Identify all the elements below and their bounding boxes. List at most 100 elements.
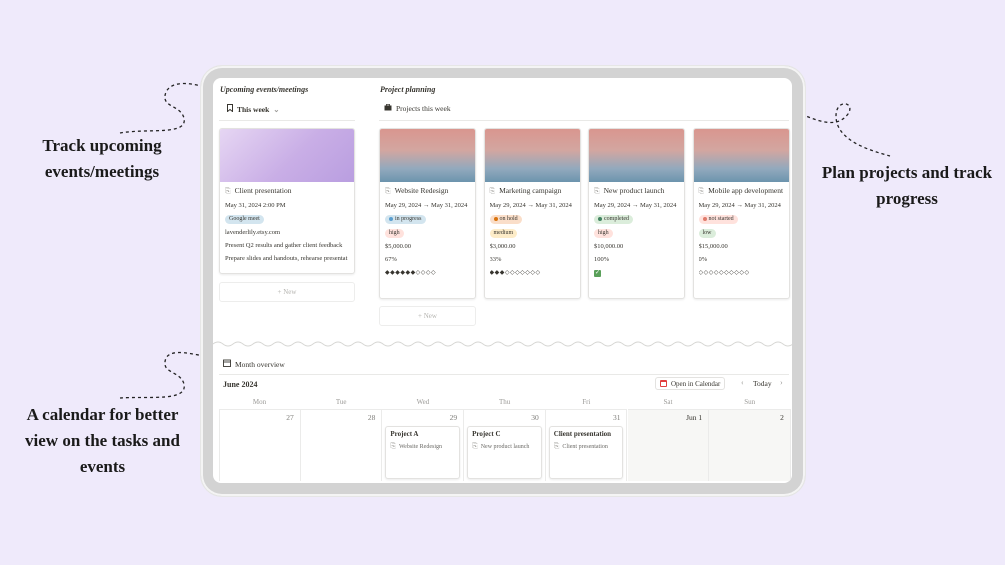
calendar-day-cell[interactable]: Jun 1 — [627, 409, 710, 481]
calendar-day-cell[interactable]: 2 — [709, 409, 791, 481]
status-dot — [598, 216, 602, 221]
project-priority-row: high — [594, 228, 679, 238]
projects-view-tab[interactable]: Projects this week — [384, 103, 451, 113]
events-new-button[interactable]: + New — [219, 282, 355, 302]
priority-badge: high — [594, 229, 613, 238]
project-progress: 100% — [594, 256, 610, 263]
project-card[interactable]: ⎘ Website Redesign May 29, 2024 → May 31… — [379, 128, 476, 299]
status-text: on hold — [499, 216, 518, 222]
project-status-row: completed — [594, 214, 679, 224]
project-card-title: ⎘ Website Redesign — [385, 186, 470, 196]
status-text: completed — [604, 216, 629, 222]
open-in-calendar-button[interactable]: Open in Calendar — [655, 377, 726, 390]
page-icon: ⎘ — [698, 187, 705, 195]
project-card[interactable]: ⎘ Mobile app development May 29, 2024 → … — [692, 128, 790, 299]
weekday-header: Fri — [582, 398, 591, 406]
priority-badge: medium — [489, 229, 518, 238]
project-progress: 33% — [489, 256, 502, 263]
project-dates: May 29, 2024 → May 31, 2024 — [385, 202, 468, 209]
event-tag: Google meet — [225, 215, 264, 224]
page-icon: ⎘ — [385, 187, 391, 195]
project-priority-row: high — [385, 228, 470, 238]
page-icon: ⎘ — [225, 187, 231, 195]
weekday-header: Mon — [252, 398, 267, 406]
project-card-body: ⎘ New product launch May 29, 2024 → May … — [589, 182, 684, 285]
day-number: 31 — [612, 413, 621, 422]
project-card-cover — [380, 129, 475, 182]
events-view-tab[interactable]: This week ⌄ — [227, 104, 280, 114]
calendar-day-cell[interactable]: 28 — [300, 409, 383, 481]
project-dates: May 29, 2024 → May 31, 2024 — [698, 202, 781, 209]
arrow-projects — [791, 103, 891, 157]
event-card-title: ⎘ Client presentation — [225, 186, 349, 196]
event-datetime: May 31, 2024 2:00 PM — [225, 202, 286, 209]
next-month-button[interactable]: › — [780, 378, 783, 387]
annotation-line: progress — [876, 189, 938, 208]
projects-new-button[interactable]: + New — [379, 306, 476, 326]
page-icon: ⎘ — [594, 187, 600, 195]
event-title: Client presentation — [553, 430, 612, 438]
calendar-day-cell[interactable]: 27 — [219, 409, 301, 481]
project-progress-bar: ✓ — [594, 268, 679, 277]
page-icon: ⎘ — [390, 442, 396, 450]
annotation-calendar: A calendar for better view on the tasks … — [10, 402, 195, 480]
status-dot — [493, 216, 498, 221]
event-link[interactable]: lavenderlily.etsy.com — [225, 228, 349, 237]
project-card-body: ⎘ Website Redesign May 29, 2024 → May 31… — [380, 182, 475, 286]
day-number: 29 — [449, 413, 458, 422]
event-card-title-text: Client presentation — [234, 186, 292, 195]
project-title-text: Mobile app development — [708, 186, 784, 195]
project-title-text: New product launch — [603, 186, 665, 195]
event-property: ⎘ Website Redesign — [390, 442, 455, 451]
notion-screen: Upcoming events/meetings This week ⌄ ⎘ C… — [213, 78, 792, 483]
project-card-title: ⎘ Marketing campaign — [490, 186, 575, 196]
event-line2: Prepare slides and handouts, rehearse pr… — [225, 255, 348, 262]
project-status-row: on hold — [489, 214, 575, 224]
calendar-event[interactable]: Project A ⎘ Website Redesign — [385, 426, 461, 479]
today-button[interactable]: Today — [753, 379, 772, 388]
project-card-body: ⎘ Mobile app development May 29, 2024 → … — [694, 182, 789, 286]
project-card-cover — [693, 129, 789, 182]
prev-month-button[interactable]: ‹ — [741, 378, 744, 387]
project-card[interactable]: ⎘ Marketing campaign May 29, 2024 → May … — [483, 128, 581, 299]
calendar-event[interactable]: Project C ⎘ New product launch — [467, 426, 542, 479]
page-icon: ⎘ — [472, 442, 478, 450]
event-property-text: Client presentation — [562, 443, 608, 450]
event-property: ⎘ Client presentation — [554, 442, 619, 451]
events-view-label: This week — [237, 104, 270, 114]
day-number: 27 — [286, 413, 294, 422]
bookmark-icon — [227, 104, 233, 114]
calendar-day-cell[interactable]: 29 Project A ⎘ Website Redesign — [382, 409, 465, 481]
event-property: ⎘ New product launch — [472, 442, 537, 451]
project-card-title: ⎘ New product launch — [594, 186, 679, 196]
calendar-day-cell[interactable]: 30 Project C ⎘ New product launch — [464, 409, 546, 481]
annotation-projects: Plan projects and track progress — [808, 160, 1005, 212]
status-text: not started — [708, 216, 734, 222]
calendar-day-cell[interactable]: 31 Client presentation ⎘ Client presentat… — [545, 409, 628, 481]
day-number: 30 — [531, 413, 539, 422]
project-card-cover — [589, 129, 684, 182]
project-card[interactable]: ⎘ New product launch May 29, 2024 → May … — [588, 128, 685, 299]
project-title-text: Website Redesign — [394, 186, 449, 195]
project-priority-row: low — [698, 228, 784, 238]
annotation-events: Track upcoming events/meetings — [22, 133, 182, 185]
progress-stars: ◇◇◇◇◇◇◇◇◇◇ — [698, 270, 750, 276]
priority-badge: high — [385, 229, 404, 238]
projects-divider — [379, 120, 789, 121]
projects-view-label: Projects this week — [396, 104, 451, 113]
weekday-header: Sat — [663, 398, 673, 406]
status-badge: not started — [698, 215, 738, 224]
project-card-title: ⎘ Mobile app development — [699, 186, 784, 196]
event-card[interactable]: ⎘ Client presentation May 31, 2024 2:00 … — [219, 128, 355, 274]
weekday-header: Thu — [498, 398, 511, 406]
projects-section-title: Project planning — [380, 85, 436, 94]
project-budget: $5,000.00 — [385, 243, 411, 250]
project-progress-bar: ◆◆◆◇◇◇◇◇◇◇ — [490, 268, 575, 278]
calendar-icon — [223, 359, 231, 369]
calendar-view-tab[interactable]: Month overview — [223, 359, 285, 369]
calendar-event[interactable]: Client presentation ⎘ Client presentation — [548, 426, 624, 479]
status-dot — [702, 216, 707, 221]
project-progress: 67% — [385, 256, 397, 263]
weekday-header: Tue — [335, 398, 347, 406]
weekday-header: Sun — [744, 398, 756, 406]
